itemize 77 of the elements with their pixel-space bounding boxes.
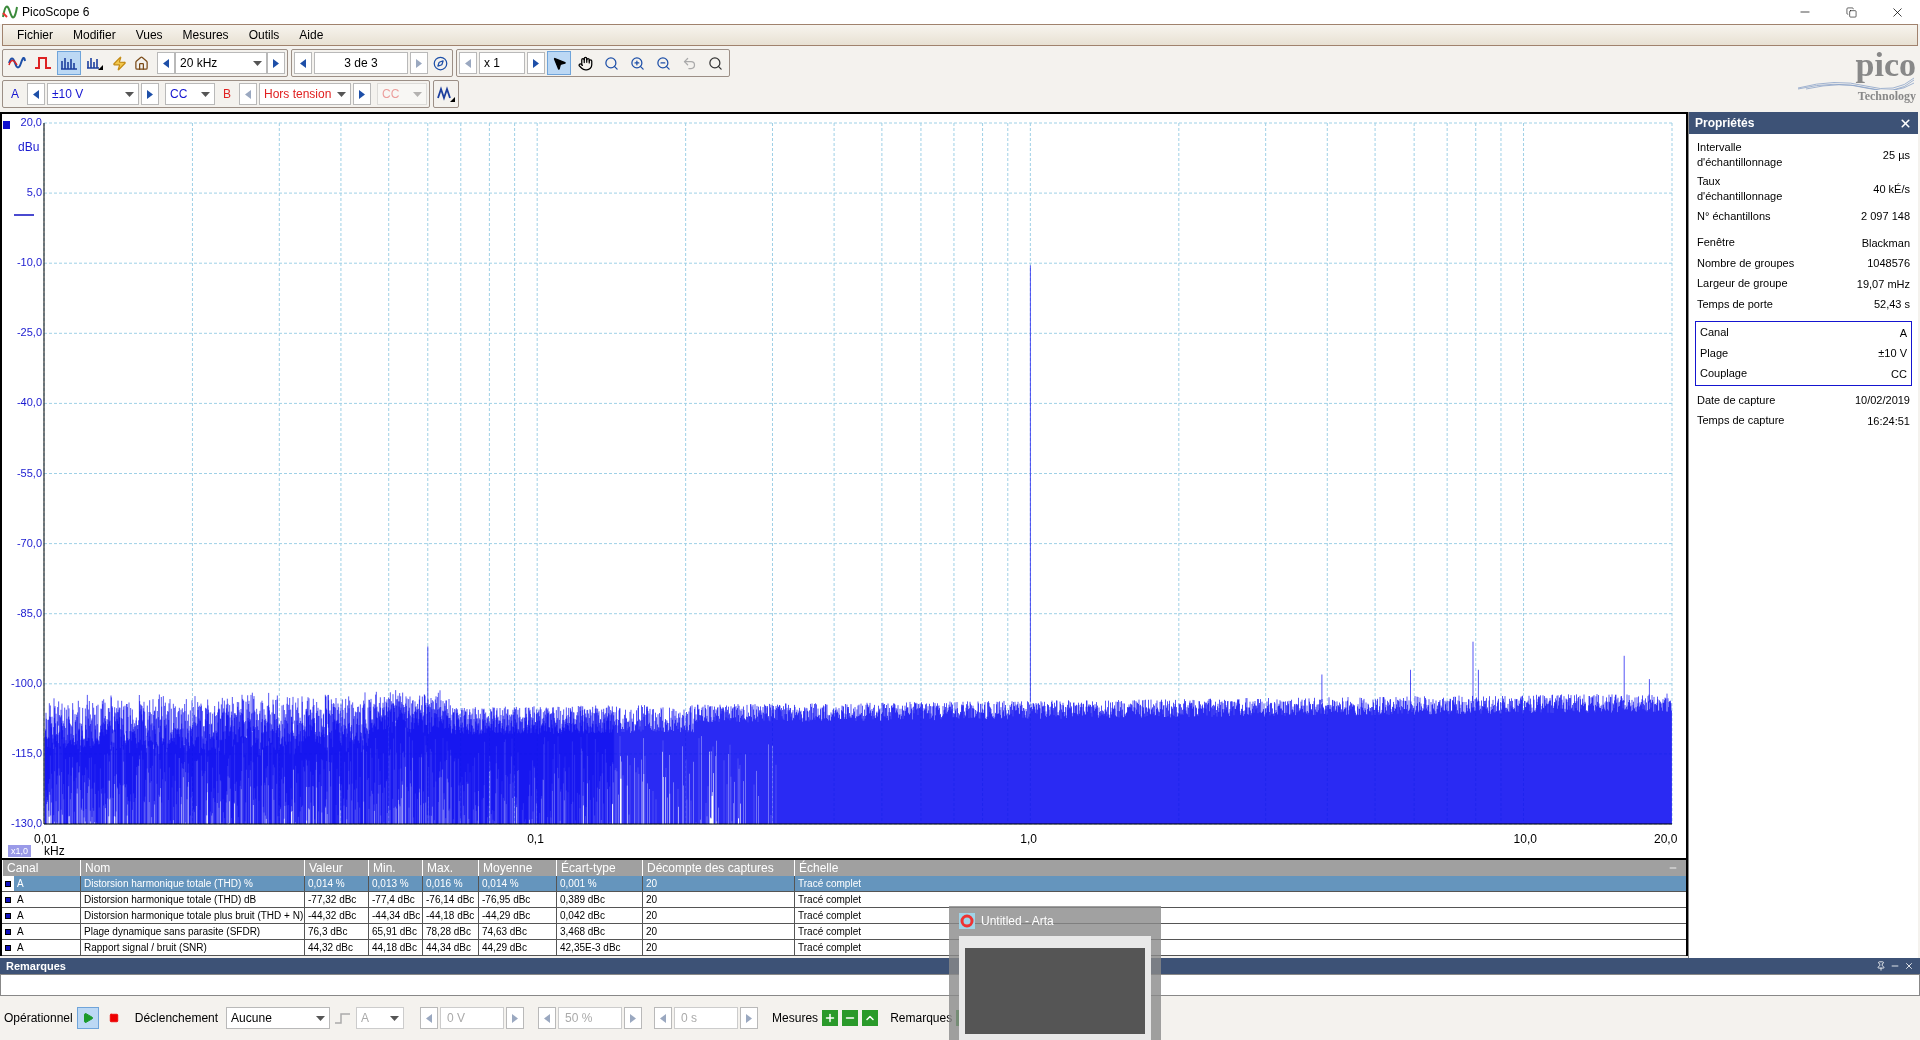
trigger-label: Déclenchement xyxy=(134,1010,219,1027)
property-label: Plage xyxy=(1700,345,1730,361)
menu-item[interactable]: Mesures xyxy=(174,26,237,44)
y-axis-label: -85,0 xyxy=(15,607,42,619)
table-cell: 20 xyxy=(642,876,794,891)
y-axis-label: -10,0 xyxy=(15,257,42,269)
channel-button[interactable]: A xyxy=(5,83,25,105)
property-label: Largeur de groupe xyxy=(1697,276,1789,292)
timebase-dropdown[interactable]: 20 kHz xyxy=(175,52,267,74)
property-value: 1048576 xyxy=(1867,256,1910,271)
y-axis-label: 5,0 xyxy=(25,187,42,199)
table-cell: 0,013 % xyxy=(368,876,422,891)
range-dropdown[interactable]: ±10 V xyxy=(47,83,139,105)
property-label: N° échantillons xyxy=(1697,208,1772,224)
table-cell: 0,014 % xyxy=(478,876,556,891)
logo-name: pico xyxy=(1855,46,1916,84)
property-label: Taux d'échantillonnage xyxy=(1697,174,1784,204)
window-title: PicoScope 6 xyxy=(22,4,90,21)
table-cell: Tracé complet xyxy=(794,876,1686,891)
property-value: 40 kÉ/s xyxy=(1873,181,1910,197)
y-axis-label: -115,0 xyxy=(11,747,42,759)
y-axis-label: -40,0 xyxy=(15,397,42,409)
x-axis-label: 0,1 xyxy=(527,833,544,845)
buffer-field[interactable]: 3 de 3 xyxy=(314,52,408,74)
notes-label: Remarques xyxy=(890,1010,953,1027)
property-value: 25 µs xyxy=(1882,147,1910,163)
property-value: A xyxy=(1899,325,1907,341)
property-value: 10/02/2019 xyxy=(1854,393,1910,408)
property-value: 19,07 mHz xyxy=(1856,276,1910,292)
menu-item[interactable]: Vues xyxy=(127,26,171,44)
table-cell: -44,34 dBc xyxy=(368,908,422,923)
y-axis-label: -100,0 xyxy=(11,677,42,689)
coupling-dropdown[interactable]: CC xyxy=(165,83,215,105)
property-value: ±10 V xyxy=(1878,346,1907,361)
zoom-factor-field[interactable]: x 1 xyxy=(479,52,525,74)
notes-title: Remarques xyxy=(6,958,66,974)
logo-tagline: Technology xyxy=(1857,90,1916,102)
property-label: Temps de porte xyxy=(1697,296,1774,312)
menu-item[interactable]: Fichier xyxy=(9,26,61,44)
menu-item[interactable]: Outils xyxy=(240,26,288,44)
measures-label: Mesures xyxy=(772,1010,819,1027)
property-label: Temps de capture xyxy=(1697,413,1786,429)
y-axis-label: -55,0 xyxy=(15,467,42,479)
panel-title: Propriétés xyxy=(1695,115,1755,132)
property-value: 52,43 s xyxy=(1873,297,1910,312)
range-dropdown[interactable]: Hors tension xyxy=(259,83,351,105)
x-axis-label: 1,0 xyxy=(1020,833,1038,845)
channel-button[interactable]: B xyxy=(217,83,237,105)
property-label: Intervalle d'échantillonnage xyxy=(1697,140,1784,170)
property-label: Canal xyxy=(1700,325,1730,341)
scale-badge: x1,0 xyxy=(8,845,31,857)
table-cell: 0,014 % xyxy=(304,876,368,891)
y-axis-label: -70,0 xyxy=(15,537,42,549)
property-value: 2 097 148 xyxy=(1861,209,1910,224)
property-value: Blackman xyxy=(1861,235,1910,251)
property-label: Nombre de groupes xyxy=(1697,255,1796,271)
property-value: 16:24:51 xyxy=(1867,413,1910,429)
menu-item[interactable]: Modifier xyxy=(65,26,124,44)
menu-item[interactable]: Aide xyxy=(291,26,332,44)
x-axis-label: 20,0 xyxy=(1654,833,1678,845)
table-cell: 0,001 % xyxy=(556,876,642,891)
property-label: Fenêtre xyxy=(1697,235,1736,251)
status-label: Opérationnel xyxy=(4,1010,73,1027)
x-axis-label: 10,0 xyxy=(1513,833,1537,845)
property-value: CC xyxy=(1891,366,1907,382)
y-axis-label: -130,0 xyxy=(11,818,42,829)
table-cell: 0,016 % xyxy=(422,876,478,891)
property-label: Couplage xyxy=(1700,366,1749,382)
y-axis-label: -25,0 xyxy=(15,327,42,339)
property-label: Date de capture xyxy=(1697,392,1777,408)
y-axis-label: 20,0 xyxy=(19,117,42,128)
table-cell: Distorsion harmonique totale plus bruit (THD + N) xyxy=(80,908,304,923)
trigger-dropdown[interactable]: Aucune xyxy=(226,1007,331,1029)
table-cell: Distorsion harmonique totale (THD) % xyxy=(80,876,304,891)
x-axis-unit: kHz xyxy=(44,844,65,858)
y-axis-unit: dBu xyxy=(18,139,40,156)
x-axis-label: 0,01 xyxy=(34,833,58,845)
